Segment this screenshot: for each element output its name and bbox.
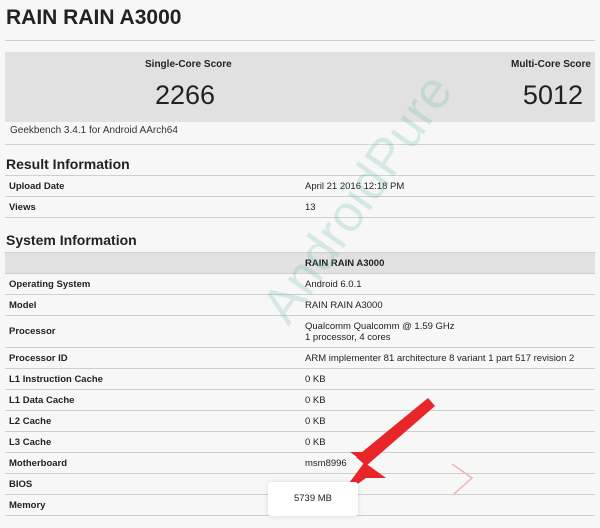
row-key: Processor [5,315,301,348]
row-key: L3 Cache [5,431,301,453]
memory-value: 5739 MB [293,493,333,504]
single-core-score: 2266 [155,80,216,110]
score-panel: Single-Core Score Multi-Core Score 2266 … [5,52,595,122]
table-row: Processor ID ARM implementer 81 architec… [5,347,595,369]
row-value: 0 KB [301,431,595,453]
processor-line: Qualcomm Qualcomm @ 1.59 GHz [305,320,455,332]
table-row: L1 Instruction Cache 0 KB [5,368,595,390]
table-row: Upload Date April 21 2016 12:18 PM [5,175,595,197]
memory-highlight: 5739 MB [268,482,358,516]
row-key: Upload Date [5,175,301,197]
row-key: BIOS [5,473,301,495]
multi-core-score: 5012 [522,80,583,110]
version-divider [5,144,595,145]
table-row: L3 Cache 0 KB [5,431,595,453]
table-row: Motherboard msm8996 [5,452,595,474]
table-row: L2 Cache 0 KB [5,410,595,432]
row-key: Motherboard [5,452,301,474]
table-row: Views 13 [5,196,595,218]
title-divider [5,40,595,41]
benchmark-version: Geekbench 3.4.1 for Android AArch64 [10,125,178,136]
page-title: RAIN RAIN A3000 [6,6,182,29]
row-value: Qualcomm Qualcomm @ 1.59 GHz 1 processor… [301,315,595,348]
row-value: msm8996 [301,452,595,474]
header-key [5,252,301,274]
row-key: Views [5,196,301,218]
row-key: L1 Data Cache [5,389,301,411]
processor-cores-line: 1 processor, 4 cores [305,331,391,343]
table-row: L1 Data Cache 0 KB [5,389,595,411]
result-info-table: Upload Date April 21 2016 12:18 PM Views… [5,175,595,218]
row-key: L2 Cache [5,410,301,432]
multi-core-label: Multi-Core Score [510,59,591,70]
row-value: ARM implementer 81 architecture 8 varian… [301,347,595,369]
single-core-label: Single-Core Score [145,59,232,70]
row-value: 0 KB [301,410,595,432]
row-key: Memory [5,494,301,516]
row-value: RAIN RAIN A3000 [301,294,595,316]
system-info-heading: System Information [6,232,137,248]
row-key: Processor ID [5,347,301,369]
row-value: Android 6.0.1 [301,273,595,295]
row-key: L1 Instruction Cache [5,368,301,390]
result-info-heading: Result Information [6,156,130,172]
row-value: 0 KB [301,389,595,411]
row-value: 0 KB [301,368,595,390]
